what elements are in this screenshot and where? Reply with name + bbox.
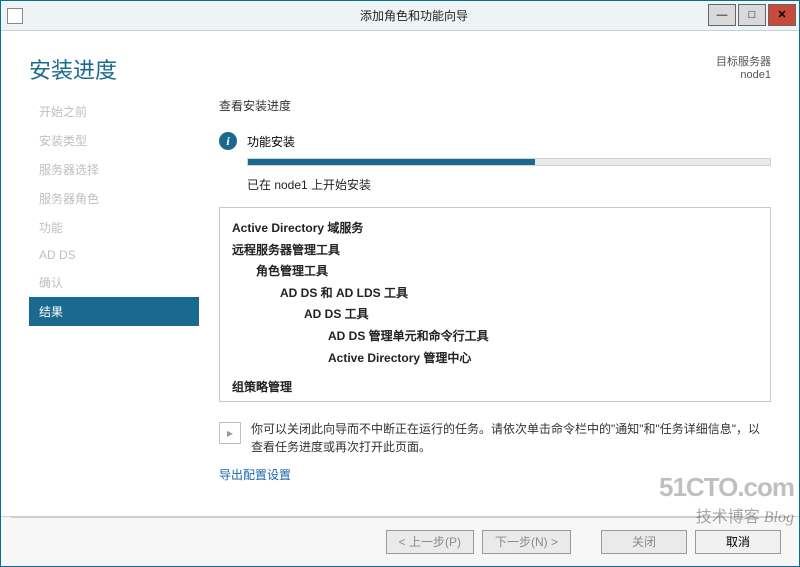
detail-ad-admin-center: Active Directory 管理中心 xyxy=(232,348,758,370)
wizard-window: 添加角色和功能向导 — □ ✕ 安装进度 目标服务器 node1 开始之前 安装… xyxy=(0,0,800,567)
target-server-label: 目标服务器 xyxy=(716,53,771,69)
sidebar-item-results[interactable]: 结果 xyxy=(29,297,199,326)
detail-ad-domain-services: Active Directory 域服务 xyxy=(232,218,758,240)
main-panel: 查看安装进度 i 功能安装 已在 node1 上开始安装 Active Dire… xyxy=(199,97,771,504)
detail-adds-adlds-tools: AD DS 和 AD LDS 工具 xyxy=(232,283,758,305)
detail-adds-tools: AD DS 工具 xyxy=(232,304,758,326)
page-title: 安装进度 xyxy=(29,53,117,85)
close-button[interactable]: ✕ xyxy=(768,4,796,26)
body-row: 开始之前 安装类型 服务器选择 服务器角色 功能 AD DS 确认 结果 查看安… xyxy=(29,97,771,504)
header-row: 安装进度 目标服务器 node1 xyxy=(29,53,771,85)
sidebar-item-before-begin: 开始之前 xyxy=(29,97,199,126)
content-area: 安装进度 目标服务器 node1 开始之前 安装类型 服务器选择 服务器角色 功… xyxy=(1,31,799,516)
details-box: Active Directory 域服务 远程服务器管理工具 角色管理工具 AD… xyxy=(219,207,771,402)
app-icon xyxy=(7,8,23,24)
sidebar-item-server-roles: 服务器角色 xyxy=(29,184,199,213)
detail-role-admin-tools: 角色管理工具 xyxy=(232,261,758,283)
titlebar: 添加角色和功能向导 — □ ✕ xyxy=(1,1,799,31)
status-row: i 功能安装 xyxy=(219,132,771,150)
flag-icon: ▸ xyxy=(219,422,241,444)
info-icon: i xyxy=(219,132,237,150)
detail-remote-admin-tools: 远程服务器管理工具 xyxy=(232,240,758,262)
sidebar-item-features: 功能 xyxy=(29,213,199,242)
target-server-value: node1 xyxy=(716,69,771,81)
progress-fill xyxy=(248,159,535,165)
detail-adds-snapin-cli: AD DS 管理单元和命令行工具 xyxy=(232,326,758,348)
section-label: 查看安装进度 xyxy=(219,97,771,114)
target-server-box: 目标服务器 node1 xyxy=(716,53,771,81)
sidebar-item-install-type: 安装类型 xyxy=(29,126,199,155)
sidebar-item-confirm: 确认 xyxy=(29,268,199,297)
prev-button: < 上一步(P) xyxy=(386,530,474,554)
minimize-button[interactable]: — xyxy=(708,4,736,26)
cancel-button[interactable]: 取消 xyxy=(695,530,781,554)
note-text: 你可以关闭此向导而不中断正在运行的任务。请依次单击命令栏中的"通知"和"任务详细… xyxy=(251,420,771,456)
start-text: 已在 node1 上开始安装 xyxy=(247,176,771,193)
window-title: 添加角色和功能向导 xyxy=(29,7,799,24)
status-text: 功能安装 xyxy=(247,133,295,150)
detail-group-policy: 组策略管理 xyxy=(232,377,758,399)
sidebar: 开始之前 安装类型 服务器选择 服务器角色 功能 AD DS 确认 结果 xyxy=(29,97,199,504)
window-buttons: — □ ✕ xyxy=(706,4,796,26)
export-config-link[interactable]: 导出配置设置 xyxy=(219,466,771,483)
next-button: 下一步(N) > xyxy=(482,530,571,554)
progress-bar xyxy=(247,158,771,166)
note-row: ▸ 你可以关闭此向导而不中断正在运行的任务。请依次单击命令栏中的"通知"和"任务… xyxy=(219,420,771,456)
maximize-button[interactable]: □ xyxy=(738,4,766,26)
footer: < 上一步(P) 下一步(N) > 关闭 取消 xyxy=(1,516,799,566)
close-wizard-button: 关闭 xyxy=(601,530,687,554)
sidebar-item-adds: AD DS xyxy=(29,242,199,268)
sidebar-item-server-selection: 服务器选择 xyxy=(29,155,199,184)
